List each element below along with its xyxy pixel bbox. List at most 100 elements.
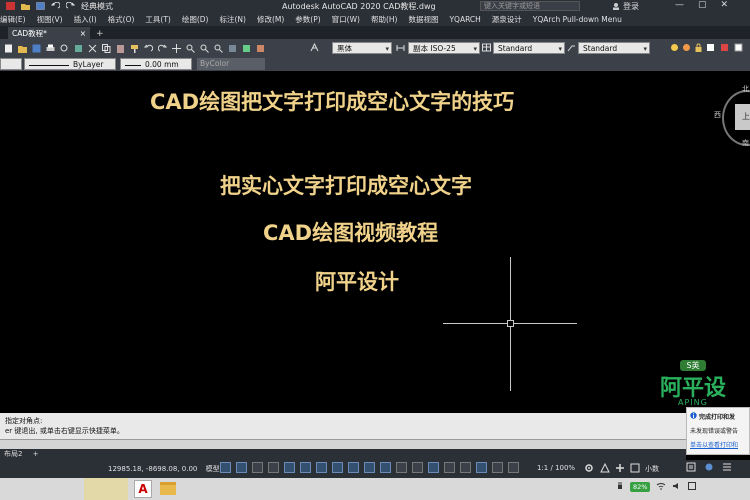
linetype-dropdown[interactable]: ByLayer xyxy=(24,58,116,70)
menu-item-dimension[interactable]: 标注(N) xyxy=(220,14,246,25)
table-style-dropdown[interactable]: Standard xyxy=(493,42,565,55)
grid-icon[interactable] xyxy=(220,462,231,473)
auto-scale-icon[interactable] xyxy=(492,462,503,473)
workspace-selector[interactable]: 经典模式 xyxy=(81,1,113,12)
menu-item-format[interactable]: 格式(O) xyxy=(108,14,135,25)
viewcube[interactable]: 北 西 南 上 xyxy=(714,84,750,150)
tool-palettes-icon[interactable] xyxy=(256,44,265,53)
publish-icon[interactable] xyxy=(74,44,83,53)
notification-link[interactable]: 单击以查看打印和 xyxy=(690,440,746,449)
menu-item-yqarch-pulldown[interactable]: YQArch Pull-down Menu xyxy=(533,15,622,24)
paste-icon[interactable] xyxy=(116,44,125,53)
multileader-style-dropdown[interactable]: Standard xyxy=(578,42,650,55)
menu-item-parametric[interactable]: 参数(P) xyxy=(295,14,320,25)
cut-icon[interactable] xyxy=(88,44,97,53)
redo-toolbar-icon[interactable] xyxy=(157,44,168,53)
save-icon[interactable] xyxy=(36,2,45,10)
units-dropdown[interactable]: 小数 xyxy=(645,464,659,474)
selection-filter-icon[interactable] xyxy=(444,462,455,473)
layer-lock-icon[interactable] xyxy=(694,43,703,52)
menu-item-edit[interactable]: 编辑(E) xyxy=(0,14,26,25)
polar-tracking-icon[interactable] xyxy=(300,462,311,473)
menu-item-tools[interactable]: 工具(T) xyxy=(145,14,170,25)
compass-north[interactable]: 北 xyxy=(742,84,749,94)
preview-icon[interactable] xyxy=(60,44,69,53)
close-tab-icon[interactable]: × xyxy=(80,29,86,38)
user-signin[interactable]: 登录 xyxy=(612,1,639,12)
zoom-window-icon[interactable] xyxy=(200,44,209,53)
document-tab[interactable]: CAD教程* × xyxy=(8,27,90,39)
3d-osnap-icon[interactable] xyxy=(412,462,423,473)
save-file-icon[interactable] xyxy=(32,44,41,53)
print-icon[interactable] xyxy=(46,44,55,53)
lineweight-display-icon[interactable] xyxy=(364,462,375,473)
annotation-visibility-icon[interactable] xyxy=(476,462,487,473)
autocad-taskbar-icon[interactable]: A xyxy=(134,480,152,498)
open-file-icon[interactable] xyxy=(18,44,27,53)
customization-menu-icon[interactable] xyxy=(722,462,732,475)
dim-style-icon[interactable] xyxy=(396,43,405,52)
dim-style-dropdown[interactable]: 副本 ISO-25 xyxy=(408,42,480,55)
menu-item-modify[interactable]: 修改(M) xyxy=(257,14,284,25)
open-icon[interactable] xyxy=(21,2,30,10)
lineweight-dropdown[interactable]: 0.00 mm xyxy=(120,58,192,70)
compass-west[interactable]: 西 xyxy=(714,110,721,120)
multileader-style-icon[interactable] xyxy=(567,43,576,52)
undo-icon[interactable] xyxy=(50,1,61,10)
ime-indicator-icon[interactable] xyxy=(688,482,697,492)
annotation-monitor-icon[interactable] xyxy=(600,462,610,476)
pan-icon[interactable] xyxy=(172,43,181,53)
dynamic-ucs-icon[interactable] xyxy=(428,462,439,473)
new-file-icon[interactable] xyxy=(4,44,13,53)
viewcube-top-face[interactable]: 上 xyxy=(735,104,750,130)
drawing-text-line2[interactable]: 把实心文字打印成空心文字 xyxy=(220,170,472,200)
object-snap-tracking-icon[interactable] xyxy=(332,462,343,473)
volume-icon[interactable] xyxy=(672,482,682,492)
annotation-scale-icon[interactable] xyxy=(508,462,519,473)
isolate-objects-icon[interactable] xyxy=(704,462,714,475)
ortho-icon[interactable] xyxy=(284,462,295,473)
zoom-realtime-icon[interactable] xyxy=(186,44,195,53)
isodraft-icon[interactable] xyxy=(316,462,327,473)
menu-item-insert[interactable]: 插入(I) xyxy=(74,14,97,25)
battery-indicator[interactable]: 82% xyxy=(630,482,651,492)
quick-properties-icon[interactable] xyxy=(686,462,696,475)
undo-toolbar-icon[interactable] xyxy=(143,44,154,53)
command-input[interactable] xyxy=(0,439,686,449)
layer-state-icon[interactable] xyxy=(720,43,729,52)
layout-tab-2[interactable]: 布局2 xyxy=(4,450,22,458)
layer-color-icon[interactable] xyxy=(706,43,715,52)
plug-icon[interactable] xyxy=(616,482,624,492)
text-font-dropdown[interactable]: 黑体 xyxy=(332,42,392,55)
snap-icon[interactable] xyxy=(236,462,247,473)
color-dropdown[interactable] xyxy=(0,58,22,70)
add-icon[interactable] xyxy=(615,463,625,476)
new-tab-button[interactable]: + xyxy=(96,29,104,39)
annotation-scale-dropdown[interactable]: 1:1 / 100% xyxy=(537,464,575,472)
menu-item-draw[interactable]: 绘图(D) xyxy=(182,14,209,25)
drawing-text-line4[interactable]: 阿平设计 xyxy=(315,266,399,296)
transparency-icon[interactable] xyxy=(380,462,391,473)
text-style-icon[interactable] xyxy=(310,42,319,52)
menu-item-yqarch[interactable]: YQARCH xyxy=(449,15,480,24)
properties-icon[interactable] xyxy=(228,44,237,53)
plotstyle-dropdown[interactable]: ByColor xyxy=(197,58,265,70)
table-style-icon[interactable] xyxy=(482,43,491,52)
match-properties-icon[interactable] xyxy=(130,44,139,53)
menu-item-dataview[interactable]: 数据视图 xyxy=(408,14,438,25)
model-space-toggle[interactable]: 模型 xyxy=(206,465,220,473)
coordinates-readout[interactable]: 12985.18, -8698.08, 0.00 模型 xyxy=(108,464,220,474)
search-input[interactable]: 键入关键字或短语 xyxy=(480,1,580,11)
add-layout-button[interactable]: + xyxy=(33,450,39,458)
menu-item-view[interactable]: 视图(V) xyxy=(37,14,63,25)
drawing-title-text[interactable]: CAD绘图把文字打印成空心文字的技巧 xyxy=(150,86,514,116)
network-icon[interactable] xyxy=(656,482,666,492)
menu-item-yuanquan[interactable]: 源泉设计 xyxy=(492,14,522,25)
design-center-icon[interactable] xyxy=(242,44,251,53)
selection-cycling-icon[interactable] xyxy=(396,462,407,473)
menu-item-window[interactable]: 窗口(W) xyxy=(332,14,360,25)
app-menu-icon[interactable] xyxy=(6,2,15,10)
minimize-button[interactable]: — xyxy=(675,0,684,10)
restore-button[interactable]: ▢ xyxy=(698,0,707,10)
menu-item-help[interactable]: 帮助(H) xyxy=(371,14,398,25)
